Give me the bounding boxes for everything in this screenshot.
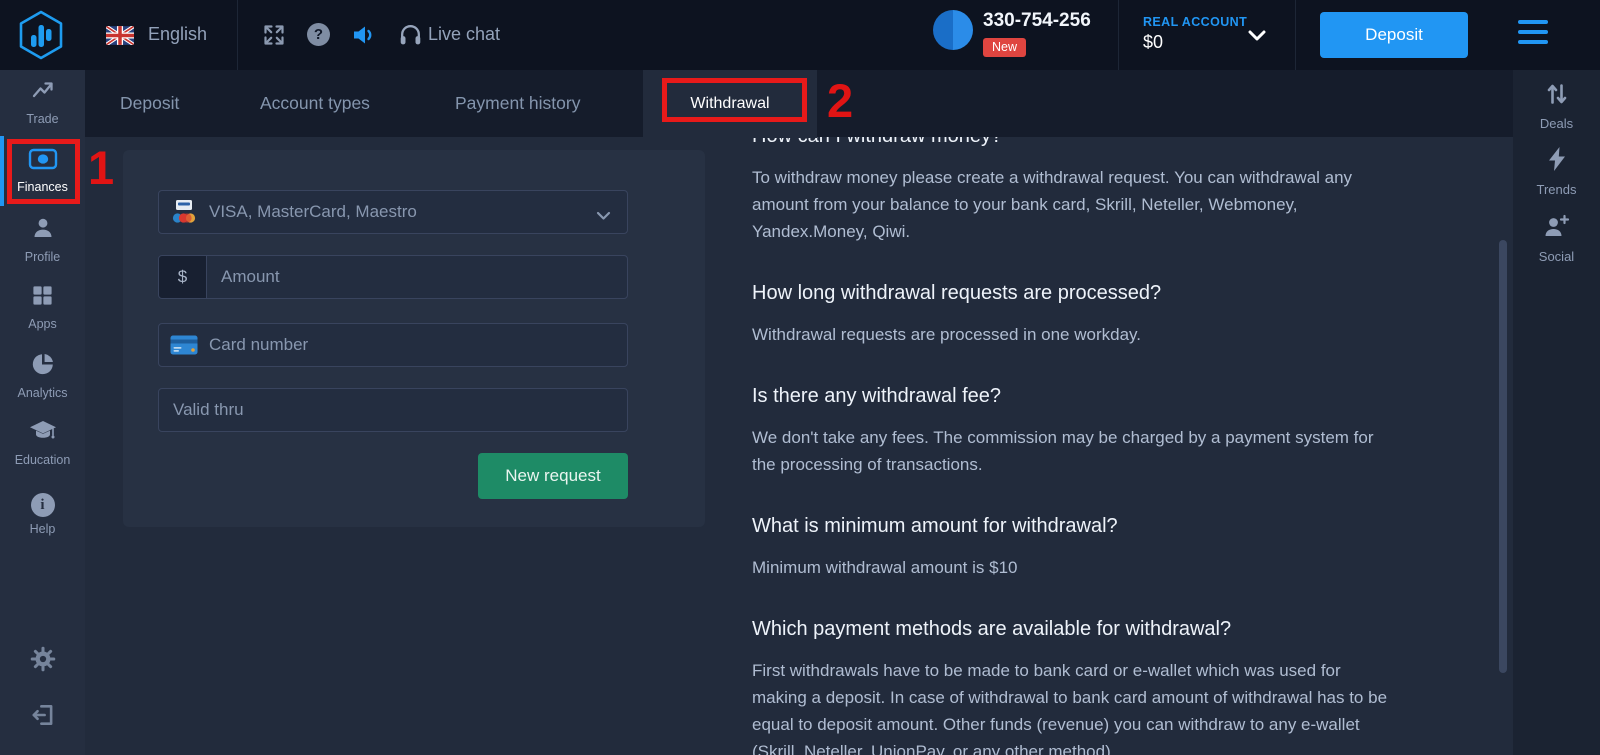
faq-block: Which payment methods are available for … (752, 615, 1397, 755)
sidebar-item-trends[interactable]: Trends (1513, 146, 1600, 197)
faq-question: What is minimum amount for withdrawal? (752, 512, 1397, 540)
faq-answer: First withdrawals have to be made to ban… (752, 657, 1397, 755)
faq-block: How long withdrawal requests are process… (752, 279, 1397, 348)
payment-method-value: VISA, MasterCard, Maestro (209, 202, 417, 222)
apps-grid-icon (31, 284, 54, 307)
education-cap-icon (29, 419, 57, 443)
logout-icon[interactable] (0, 702, 85, 733)
menu-burger-icon[interactable] (1518, 20, 1548, 48)
social-add-person-icon (1543, 214, 1570, 239)
content-scrollbar[interactable] (1499, 240, 1507, 673)
right-sidebar: Deals Trends Social (1513, 70, 1600, 755)
uk-flag-icon[interactable] (106, 26, 134, 45)
language-selector[interactable]: English (148, 24, 207, 45)
valid-thru-placeholder: Valid thru (173, 400, 244, 420)
amount-placeholder: Amount (221, 267, 280, 287)
headset-icon[interactable] (398, 22, 423, 52)
new-status-badge: New (983, 38, 1026, 57)
account-type-label: REAL ACCOUNT (1143, 15, 1247, 29)
fullscreen-icon[interactable] (262, 23, 286, 52)
sidebar-item-trade[interactable]: Trade (0, 78, 85, 126)
account-switcher[interactable]: REAL ACCOUNT $0 (1143, 15, 1247, 53)
sidebar-item-profile[interactable]: Profile (0, 216, 85, 264)
sound-speaker-icon[interactable] (352, 24, 376, 51)
live-chat-button[interactable]: Live chat (428, 24, 500, 45)
account-balance: $0 (1143, 32, 1247, 53)
faq-answer: To withdraw money please create a withdr… (752, 164, 1397, 245)
trade-chart-icon (30, 78, 56, 102)
tab-deposit[interactable]: Deposit (120, 70, 179, 137)
main-content: How can I withdraw money? To withdraw mo… (85, 70, 1513, 755)
tab-account-types[interactable]: Account types (260, 70, 370, 137)
payment-method-select[interactable]: VISA, MasterCard, Maestro (158, 190, 628, 234)
sidebar-item-finances[interactable]: Finances (0, 148, 85, 194)
withdrawal-faq: How can I withdraw money? To withdraw mo… (752, 122, 1397, 755)
account-id: 330-754-256 (983, 10, 1091, 32)
sidebar-item-analytics[interactable]: Analytics (0, 352, 85, 400)
faq-answer: We don't take any fees. The commission m… (752, 424, 1397, 478)
header-divider (1295, 0, 1296, 70)
deals-arrows-icon (1545, 82, 1569, 106)
help-question-icon[interactable]: ? (307, 23, 330, 46)
sidebar-item-help[interactable]: i Help (0, 493, 85, 536)
header-divider (237, 0, 238, 70)
new-request-button[interactable]: New request (478, 453, 628, 499)
app-window: English ? (0, 0, 1600, 755)
amount-field[interactable]: $ Amount (158, 255, 628, 299)
settings-gear-icon[interactable] (0, 645, 85, 678)
finances-banknote-icon (28, 148, 58, 170)
faq-answer: Minimum withdrawal amount is $10 (752, 554, 1397, 581)
user-avatar[interactable] (933, 10, 973, 50)
withdrawal-form-card: VISA, MasterCard, Maestro $ Amount (123, 150, 705, 527)
tab-payment-history[interactable]: Payment history (455, 70, 580, 137)
credit-card-icon (159, 324, 209, 366)
sidebar-item-apps[interactable]: Apps (0, 284, 85, 331)
faq-block: Is there any withdrawal fee? We don't ta… (752, 382, 1397, 478)
left-sidebar: Trade Finances Profile Apps (0, 70, 85, 755)
chevron-down-icon[interactable] (1248, 28, 1266, 46)
trends-lightning-icon (1546, 146, 1568, 172)
sidebar-item-social[interactable]: Social (1513, 214, 1600, 264)
tab-withdrawal[interactable]: Withdrawal (643, 70, 817, 138)
profile-person-icon (31, 216, 55, 240)
faq-answer: Withdrawal requests are processed in one… (752, 321, 1397, 348)
valid-thru-field[interactable]: Valid thru (158, 388, 628, 432)
top-header: English ? (0, 0, 1600, 70)
visa-mastercard-icon (159, 191, 209, 233)
sidebar-item-education[interactable]: Education (0, 419, 85, 467)
header-divider (1118, 0, 1119, 70)
sidebar-item-deals[interactable]: Deals (1513, 82, 1600, 131)
chevron-down-icon (596, 208, 611, 226)
analytics-pie-icon (31, 352, 55, 376)
deposit-button[interactable]: Deposit (1320, 12, 1468, 58)
info-icon: i (31, 493, 55, 517)
faq-question: How long withdrawal requests are process… (752, 279, 1397, 307)
faq-question: Which payment methods are available for … (752, 615, 1397, 643)
faq-question: Is there any withdrawal fee? (752, 382, 1397, 410)
card-number-field[interactable]: Card number (158, 323, 628, 367)
faq-block: How can I withdraw money? To withdraw mo… (752, 122, 1397, 245)
faq-block: What is minimum amount for withdrawal? M… (752, 512, 1397, 581)
app-logo-icon[interactable] (16, 9, 66, 61)
card-number-placeholder: Card number (209, 335, 308, 355)
dollar-prefix: $ (159, 256, 207, 298)
